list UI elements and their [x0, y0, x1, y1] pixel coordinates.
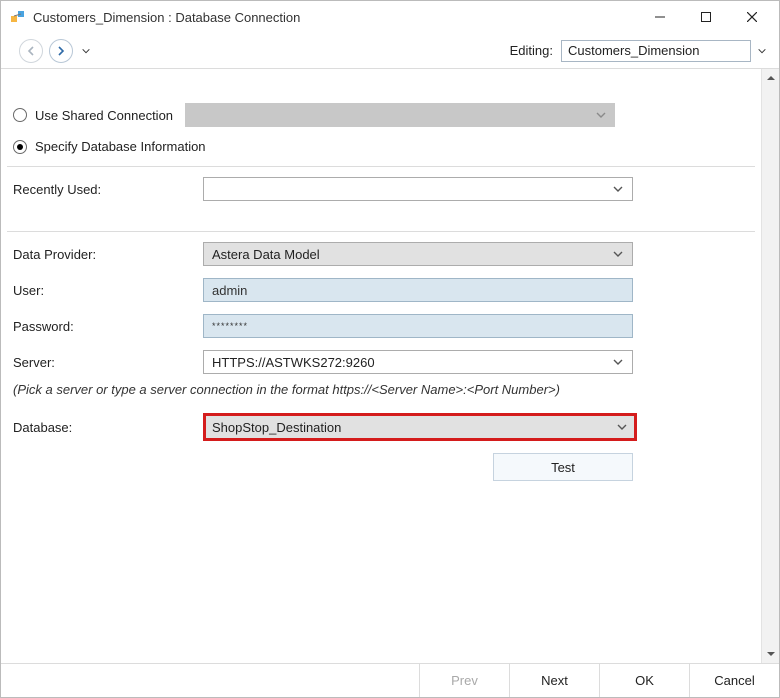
server-value: HTTPS://ASTWKS272:9260: [212, 355, 375, 370]
nav-history-dropdown[interactable]: [81, 39, 91, 63]
test-button[interactable]: Test: [493, 453, 633, 481]
specify-db-label: Specify Database Information: [35, 139, 206, 154]
user-input[interactable]: [203, 278, 633, 302]
cancel-button-label: Cancel: [714, 673, 754, 688]
data-provider-select[interactable]: Astera Data Model: [203, 242, 633, 266]
next-button[interactable]: Next: [509, 664, 599, 697]
window-title: Customers_Dimension : Database Connectio…: [33, 10, 300, 25]
user-row: User:: [7, 272, 755, 308]
minimize-button[interactable]: [637, 1, 683, 33]
vertical-scrollbar[interactable]: [761, 69, 779, 663]
toolbar: Editing: Customers_Dimension: [1, 33, 779, 69]
data-provider-row: Data Provider: Astera Data Model: [7, 231, 755, 272]
data-provider-value: Astera Data Model: [212, 247, 320, 262]
titlebar: Customers_Dimension : Database Connectio…: [1, 1, 779, 33]
editing-label: Editing:: [510, 43, 553, 58]
recently-used-label: Recently Used:: [13, 182, 203, 197]
database-select[interactable]: ShopStop_Destination: [203, 413, 637, 441]
password-label: Password:: [13, 319, 203, 334]
server-row: Server: HTTPS://ASTWKS272:9260: [7, 344, 755, 380]
ok-button-label: OK: [635, 673, 654, 688]
editing-select-chevron[interactable]: [757, 39, 767, 63]
nav-back-button[interactable]: [19, 39, 43, 63]
footer: Prev Next OK Cancel: [1, 663, 779, 697]
app-icon: [9, 8, 27, 26]
content-area: Use Shared Connection Specify Database I…: [1, 69, 761, 663]
server-hint: (Pick a server or type a server connecti…: [7, 380, 755, 407]
prev-button[interactable]: Prev: [419, 664, 509, 697]
database-row: Database: ShopStop_Destination: [7, 407, 755, 447]
test-button-label: Test: [551, 460, 575, 475]
password-input[interactable]: [203, 314, 633, 338]
use-shared-label: Use Shared Connection: [35, 108, 173, 123]
cancel-button[interactable]: Cancel: [689, 664, 779, 697]
radio-unchecked-icon: [13, 108, 27, 122]
maximize-button[interactable]: [683, 1, 729, 33]
recently-used-row: Recently Used:: [7, 166, 755, 207]
specify-db-info-option[interactable]: Specify Database Information: [7, 133, 755, 160]
prev-button-label: Prev: [451, 673, 478, 688]
radio-checked-icon: [13, 140, 27, 154]
password-row: Password:: [7, 308, 755, 344]
recently-used-select[interactable]: [203, 177, 633, 201]
ok-button[interactable]: OK: [599, 664, 689, 697]
editing-select-value: Customers_Dimension: [568, 43, 700, 58]
server-label: Server:: [13, 355, 203, 370]
shared-connection-select: [185, 103, 615, 127]
use-shared-connection-option[interactable]: Use Shared Connection: [7, 97, 755, 133]
data-provider-label: Data Provider:: [13, 247, 203, 262]
server-select[interactable]: HTTPS://ASTWKS272:9260: [203, 350, 633, 374]
scroll-up-icon[interactable]: [762, 69, 779, 87]
user-label: User:: [13, 283, 203, 298]
nav-forward-button[interactable]: [49, 39, 73, 63]
editing-select[interactable]: Customers_Dimension: [561, 40, 751, 62]
next-button-label: Next: [541, 673, 568, 688]
close-button[interactable]: [729, 1, 775, 33]
database-value: ShopStop_Destination: [212, 420, 341, 435]
database-label: Database:: [13, 420, 203, 435]
scroll-down-icon[interactable]: [762, 645, 779, 663]
